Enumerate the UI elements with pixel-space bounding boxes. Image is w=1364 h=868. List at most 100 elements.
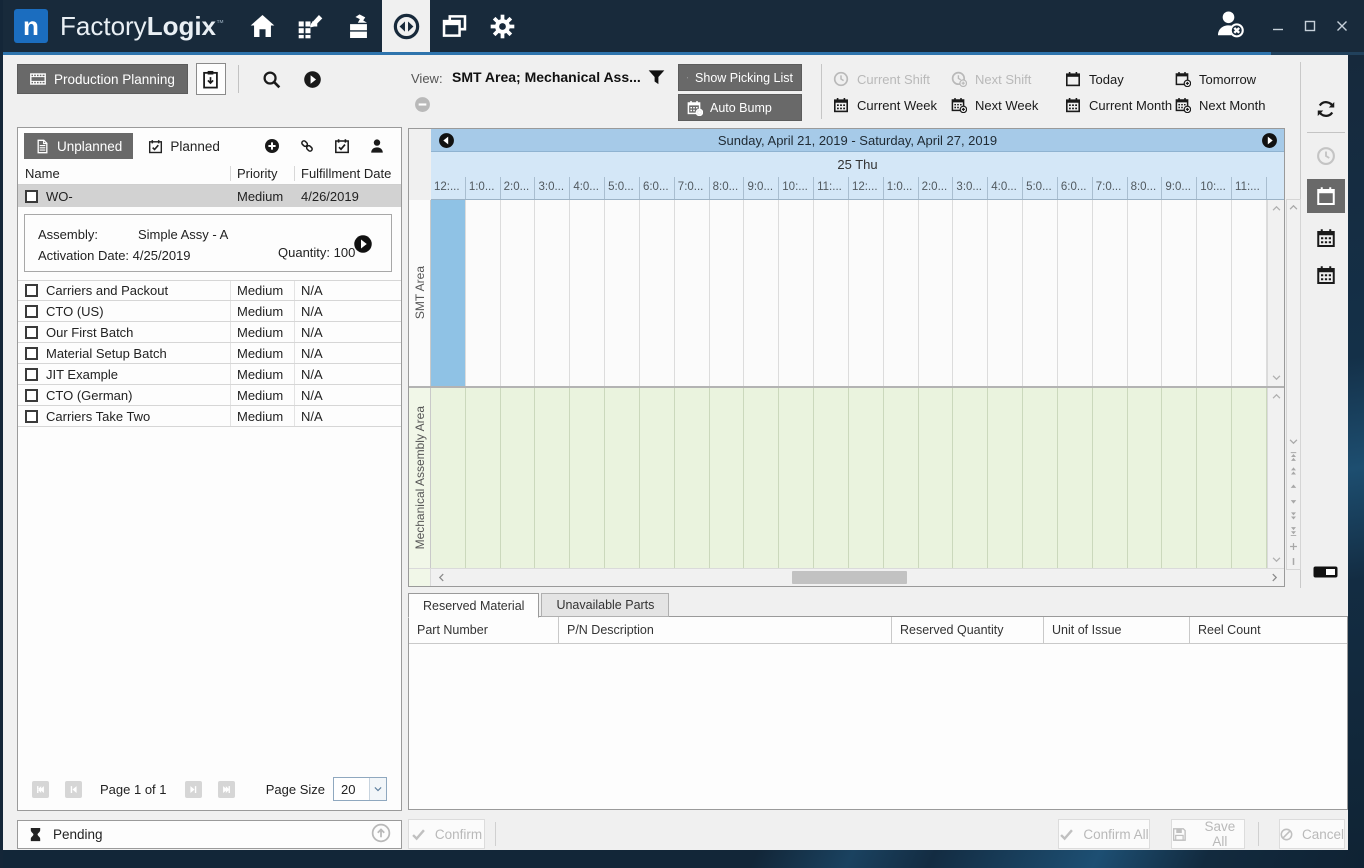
schedule-cell[interactable] xyxy=(849,200,884,386)
work-order-row[interactable]: CTO (US)MediumN/A xyxy=(18,301,401,322)
schedule-cell[interactable] xyxy=(535,388,570,568)
engineering-nav-button[interactable] xyxy=(286,0,334,52)
confirm-button[interactable]: Confirm xyxy=(408,819,485,849)
schedule-cell[interactable] xyxy=(431,388,466,568)
row-checkbox[interactable] xyxy=(25,410,38,423)
schedule-cell[interactable] xyxy=(1058,388,1093,568)
first-page-button[interactable] xyxy=(32,781,49,798)
schedule-cell[interactable] xyxy=(814,200,849,386)
next-week-button[interactable] xyxy=(1254,132,1284,149)
schedule-cell[interactable] xyxy=(1058,200,1093,386)
add-work-order-icon[interactable] xyxy=(264,138,280,154)
current-month-button[interactable]: Current Month xyxy=(1065,97,1175,113)
last-page-button[interactable] xyxy=(218,781,235,798)
schedule-cell[interactable] xyxy=(1232,200,1267,386)
column-part-number[interactable]: Part Number xyxy=(409,617,559,643)
schedule-cell[interactable] xyxy=(605,200,640,386)
schedule-cell[interactable] xyxy=(919,200,954,386)
week-view-button[interactable] xyxy=(1303,221,1349,255)
column-priority[interactable]: Priority xyxy=(231,166,295,181)
scroll-to-top-button[interactable] xyxy=(1287,449,1300,464)
work-order-row[interactable]: Carriers and PackoutMediumN/A xyxy=(18,280,401,301)
collapse-panel-toggle[interactable] xyxy=(1313,564,1338,585)
confirm-all-button[interactable]: Confirm All xyxy=(1058,819,1150,849)
scrollbar-thumb[interactable] xyxy=(792,571,907,584)
production-planning-button[interactable]: Production Planning xyxy=(17,64,188,94)
row-checkbox[interactable] xyxy=(25,190,38,203)
window-close-button[interactable] xyxy=(1331,15,1353,37)
previous-page-button[interactable] xyxy=(65,781,82,798)
schedule-cell[interactable] xyxy=(1023,200,1058,386)
column-unit-of-issue[interactable]: Unit of Issue xyxy=(1044,617,1190,643)
row-checkbox[interactable] xyxy=(25,284,38,297)
schedule-cell[interactable] xyxy=(1162,388,1197,568)
work-order-row[interactable]: CTO (German)MediumN/A xyxy=(18,385,401,406)
schedule-cell[interactable] xyxy=(814,388,849,568)
next-page-button[interactable] xyxy=(185,781,202,798)
schedule-cell[interactable] xyxy=(988,200,1023,386)
page-down-button[interactable] xyxy=(1287,509,1300,524)
work-order-row[interactable]: Material Setup BatchMediumN/A xyxy=(18,343,401,364)
schedule-cell[interactable] xyxy=(640,388,675,568)
schedule-cell[interactable] xyxy=(884,200,919,386)
row-checkbox[interactable] xyxy=(25,347,38,360)
scroll-down-icon[interactable] xyxy=(1271,554,1282,565)
schedule-cell[interactable] xyxy=(605,388,640,568)
schedule-cell[interactable] xyxy=(744,388,779,568)
schedule-cell[interactable] xyxy=(501,388,536,568)
schedule-cell[interactable] xyxy=(953,200,988,386)
column-name[interactable]: Name xyxy=(18,166,231,181)
schedule-cell[interactable] xyxy=(884,388,919,568)
schedule-cell[interactable] xyxy=(431,200,466,386)
horizontal-scrollbar[interactable] xyxy=(409,568,1284,586)
open-work-order-button[interactable] xyxy=(353,234,373,257)
materials-nav-button[interactable] xyxy=(334,0,382,52)
schedule-cell[interactable] xyxy=(1023,388,1058,568)
schedule-cell[interactable] xyxy=(466,200,501,386)
expand-pending-button[interactable] xyxy=(371,823,391,846)
scroll-left-icon[interactable] xyxy=(431,572,451,583)
column-fulfillment-date[interactable]: Fulfillment Date xyxy=(295,166,401,181)
page-up-button[interactable] xyxy=(1287,464,1300,479)
schedule-cell[interactable] xyxy=(849,388,884,568)
row-checkbox[interactable] xyxy=(25,389,38,402)
zoom-in-button[interactable] xyxy=(1287,539,1300,554)
schedule-cell[interactable] xyxy=(953,388,988,568)
strip-scroll-up[interactable] xyxy=(1287,200,1300,215)
schedule-cell[interactable] xyxy=(1197,388,1232,568)
schedule-cell[interactable] xyxy=(710,388,745,568)
column-reserved-quantity[interactable]: Reserved Quantity xyxy=(892,617,1044,643)
save-all-button[interactable]: Save All xyxy=(1171,819,1245,849)
schedule-cell[interactable] xyxy=(535,200,570,386)
scheduler-board-button[interactable] xyxy=(196,63,226,95)
schedule-cell[interactable] xyxy=(1128,200,1163,386)
shift-view-button[interactable] xyxy=(1303,139,1349,173)
scroll-right-icon[interactable] xyxy=(1264,572,1284,583)
schedule-cell[interactable] xyxy=(675,388,710,568)
schedule-cell[interactable] xyxy=(570,200,605,386)
go-to-button[interactable] xyxy=(303,70,322,89)
link-icon[interactable] xyxy=(299,138,315,154)
reports-nav-button[interactable] xyxy=(430,0,478,52)
next-month-button[interactable]: Next Month xyxy=(1175,97,1283,113)
selected-work-order-row[interactable]: WO- Medium 4/26/2019 xyxy=(18,185,401,207)
operations-nav-button-active[interactable] xyxy=(382,0,430,52)
view-filter-button[interactable] xyxy=(647,68,666,92)
today-button[interactable]: Today xyxy=(1065,71,1175,87)
pending-bar[interactable]: Pending xyxy=(17,820,402,849)
next-week-button[interactable]: Next Week xyxy=(951,97,1065,113)
schedule-cell[interactable] xyxy=(1093,200,1128,386)
column-reel-count[interactable]: Reel Count xyxy=(1190,617,1347,643)
cancel-button[interactable]: Cancel xyxy=(1279,819,1345,849)
show-picking-list-button[interactable]: Show Picking List xyxy=(678,64,802,91)
refresh-button[interactable] xyxy=(1303,92,1349,126)
schedule-cell[interactable] xyxy=(1162,200,1197,386)
schedule-check-icon[interactable] xyxy=(334,138,350,154)
schedule-cell[interactable] xyxy=(744,200,779,386)
tab-unavailable-parts[interactable]: Unavailable Parts xyxy=(541,593,669,617)
scroll-up-icon[interactable] xyxy=(1271,203,1282,214)
schedule-cell[interactable] xyxy=(501,200,536,386)
step-up-button[interactable] xyxy=(1287,479,1300,494)
schedule-cell[interactable] xyxy=(1093,388,1128,568)
schedule-cell[interactable] xyxy=(640,200,675,386)
